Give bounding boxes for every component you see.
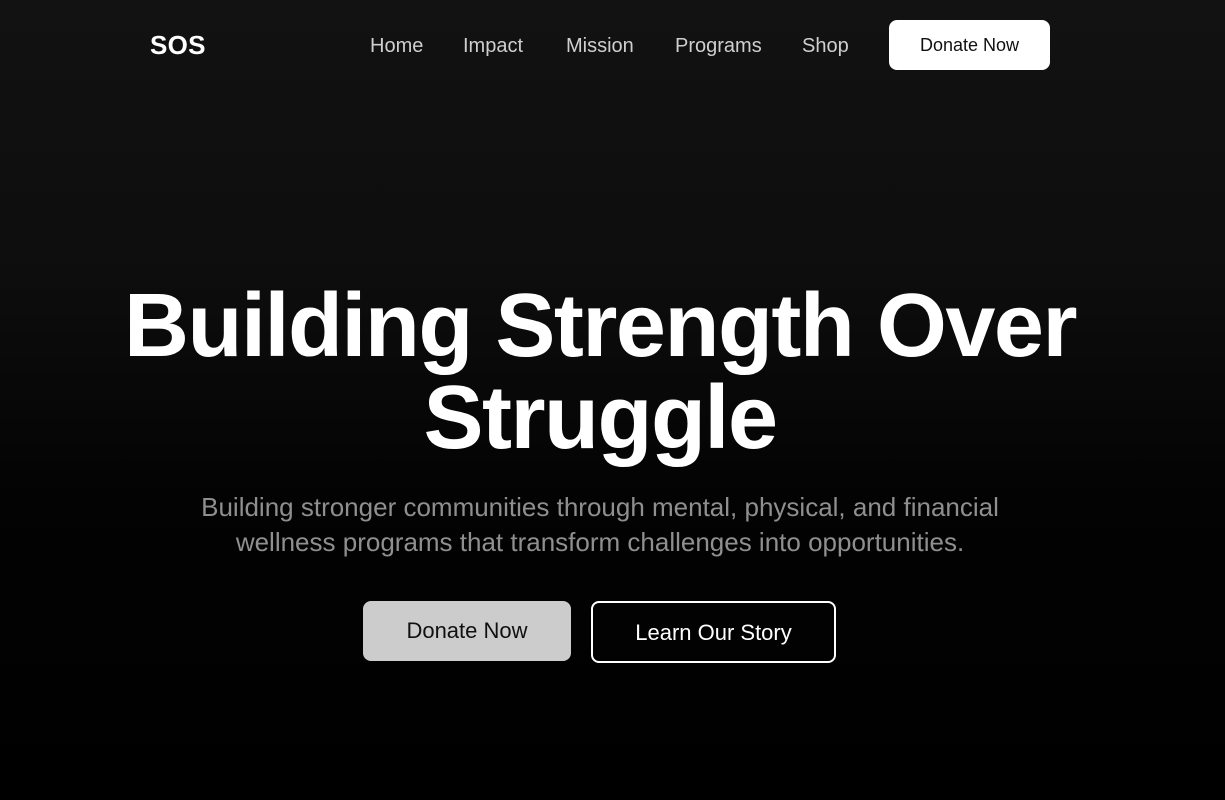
nav-link-home[interactable]: Home bbox=[370, 32, 423, 60]
nav-link-shop[interactable]: Shop bbox=[802, 32, 849, 60]
learn-our-story-button[interactable]: Learn Our Story bbox=[591, 601, 836, 663]
sos-logo[interactable]: SOS bbox=[150, 29, 206, 61]
hero-title-line-1: Building Strength Over bbox=[123, 276, 1078, 376]
hero-subtitle-line-2: wellness programs that transform challen… bbox=[235, 527, 965, 557]
nav-link-impact[interactable]: Impact bbox=[463, 32, 523, 60]
hero-title: Building Strength Over Struggle bbox=[0, 280, 1200, 464]
hero-title-line-2: Struggle bbox=[423, 368, 778, 468]
nav-link-programs[interactable]: Programs bbox=[675, 32, 762, 60]
nav-donate-button[interactable]: Donate Now bbox=[889, 20, 1050, 70]
hero-subtitle: Building stronger communities through me… bbox=[200, 490, 1000, 560]
hero-subtitle-line-1: Building stronger communities through me… bbox=[201, 492, 999, 522]
nav-link-mission[interactable]: Mission bbox=[566, 32, 634, 60]
top-navbar: SOS Home Impact Mission Programs Shop Do… bbox=[0, 0, 1225, 90]
hero-donate-button[interactable]: Donate Now bbox=[363, 601, 571, 661]
